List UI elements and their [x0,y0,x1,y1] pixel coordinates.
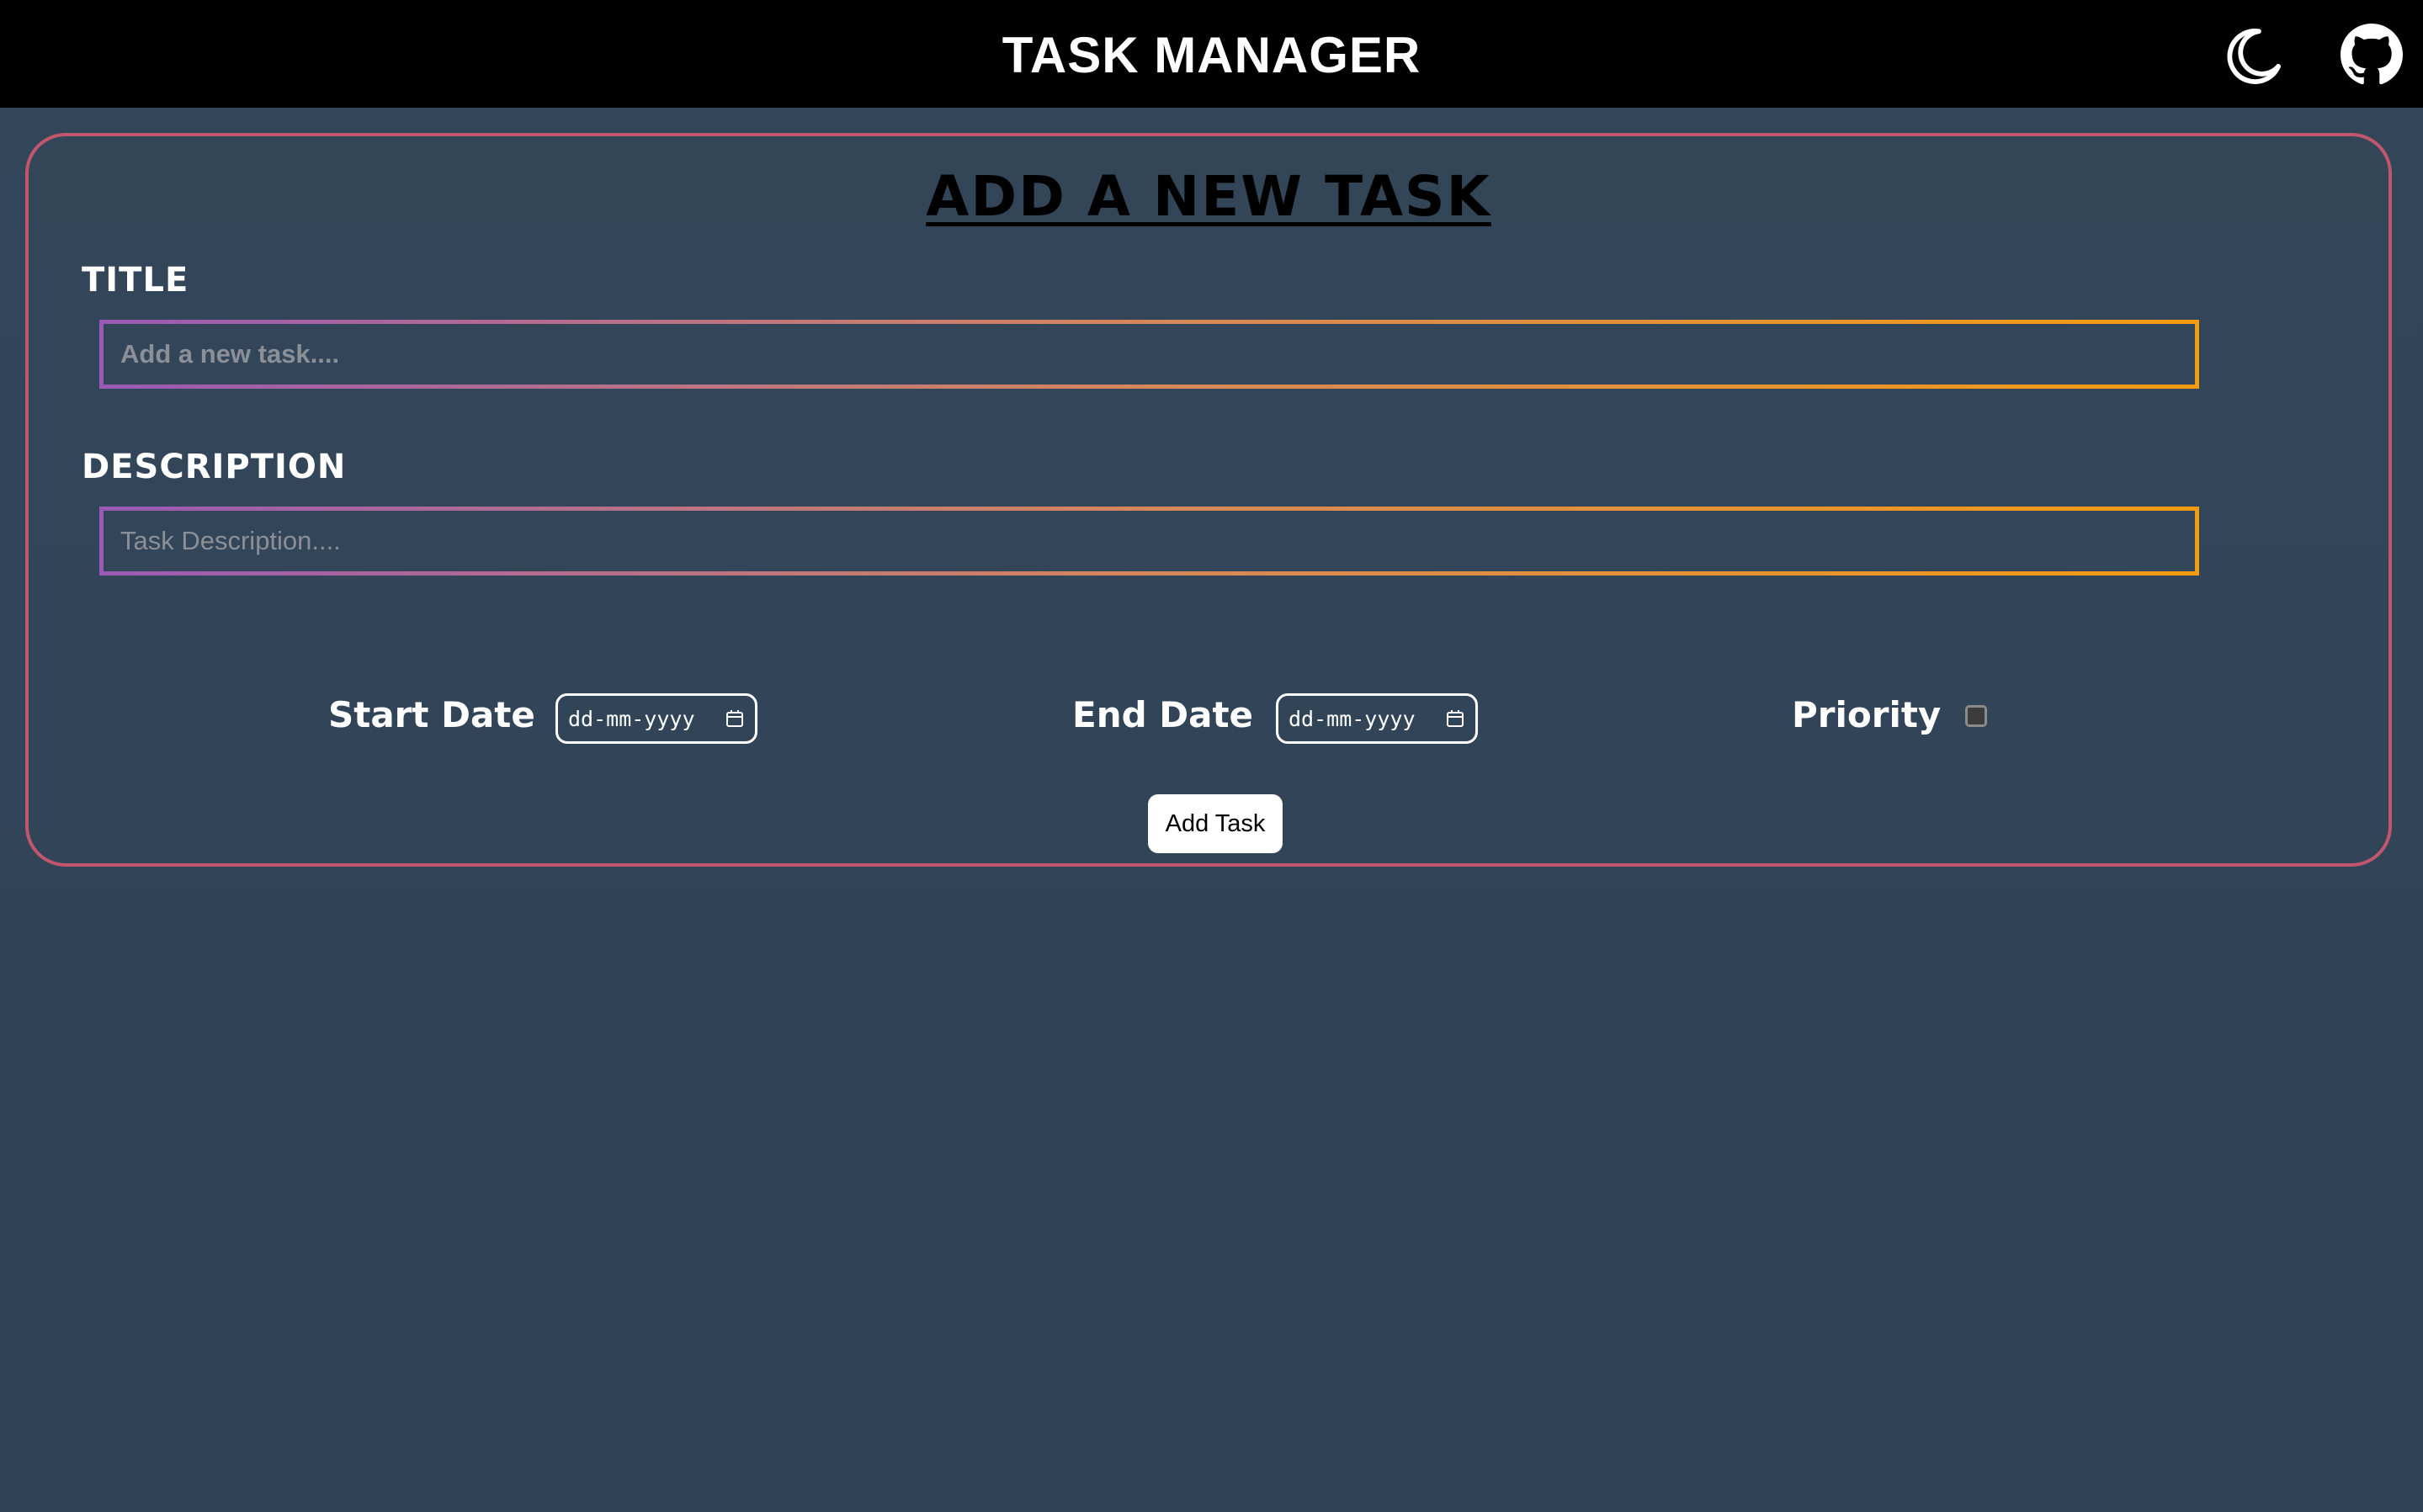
end-date-label: End Date [1072,694,1254,735]
start-date-value: dd-mm-yyyy [568,706,695,731]
start-date-input[interactable]: dd-mm-yyyy [555,693,757,744]
moon-icon [2227,29,2281,84]
calendar-icon[interactable] [1445,708,1465,729]
top-navbar: TASK MANAGER [0,0,2423,108]
theme-toggle-button[interactable] [2222,24,2284,86]
title-input[interactable] [104,324,2195,385]
app-title: TASK MANAGER [1002,27,1421,83]
priority-checkbox[interactable] [1965,705,1987,727]
start-date-label: Start Date [328,694,535,735]
github-icon [2341,24,2403,85]
priority-label: Priority [1792,694,1942,735]
add-task-form: ADD A NEW TASK TITLE DESCRIPTION Start D… [25,133,2392,867]
description-field [99,507,2199,576]
end-date-value: dd-mm-yyyy [1289,706,1416,731]
title-field [99,320,2199,389]
form-heading: ADD A NEW TASK [926,164,1491,229]
description-input[interactable] [104,511,2195,571]
calendar-icon[interactable] [725,708,745,729]
title-label: TITLE [82,261,189,300]
description-label: DESCRIPTION [82,448,347,486]
github-link[interactable] [2341,24,2403,86]
end-date-input[interactable]: dd-mm-yyyy [1276,693,1478,744]
add-task-button[interactable]: Add Task [1148,794,1283,853]
